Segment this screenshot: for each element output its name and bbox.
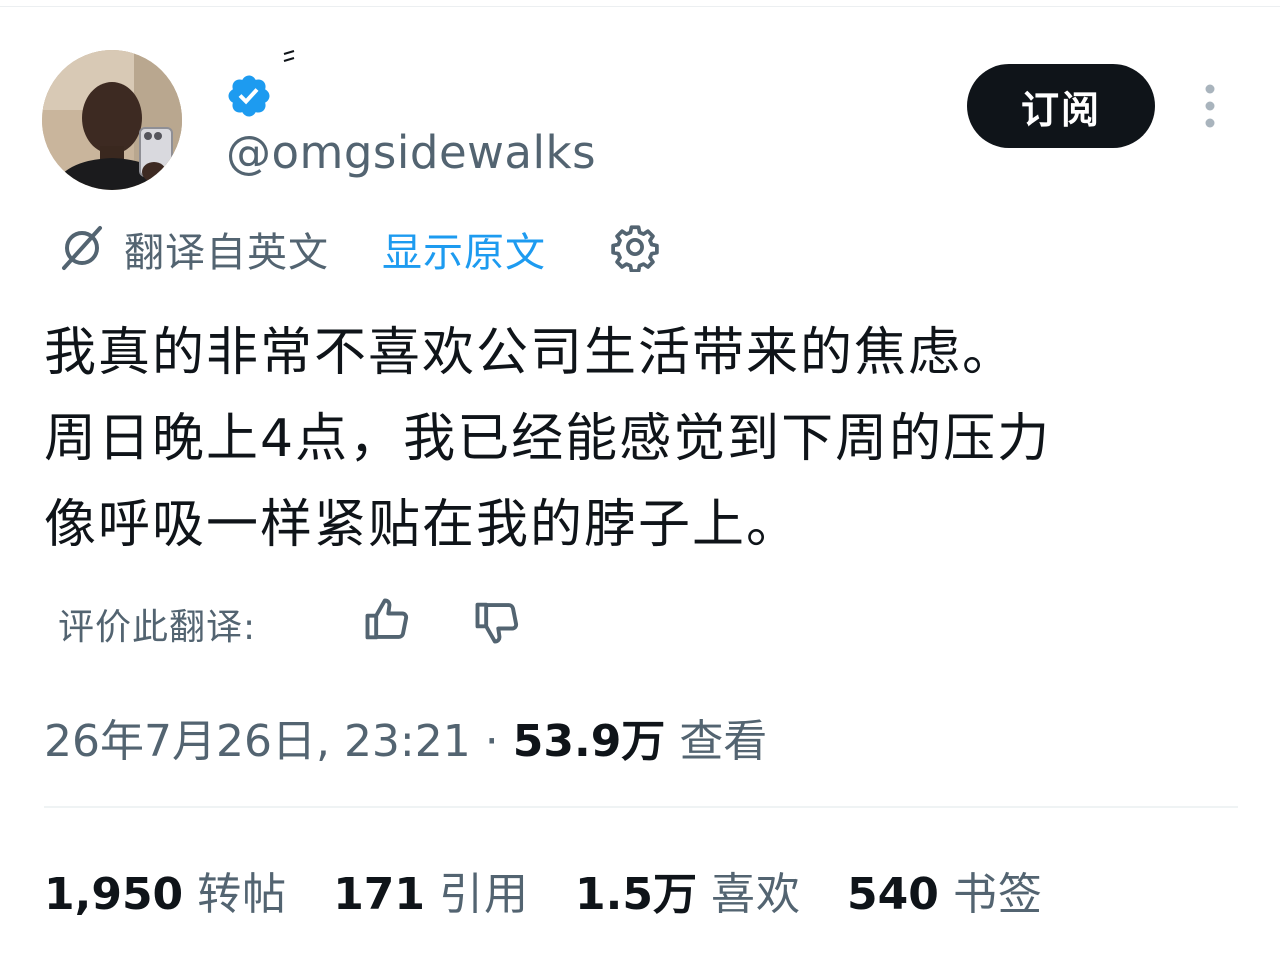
subscribe-button[interactable]: 订阅 [967,64,1155,148]
user-handle[interactable]: @omgsidewalks [226,126,596,179]
show-original-link[interactable]: 显示原文 [382,220,546,278]
tweet-line: 周日晚上4点，我已经能感觉到下周的压力 [44,409,1052,469]
translated-from-label: 翻译自英文 [124,230,329,276]
tweet-line: 我真的非常不喜欢公司生活带来的焦虑。 [44,323,1017,383]
stat-quotes[interactable]: 171 引用 [333,858,529,922]
rate-translation-label: 评价此翻译: [58,607,257,648]
stat-count: 1,950 [44,869,184,920]
stat-bookmarks[interactable]: 540 书签 [847,858,1043,922]
stat-count: 1.5万 [575,869,697,920]
more-vertical-icon[interactable] [1196,82,1224,130]
translate-icon [62,226,102,270]
stat-label: 书签 [952,869,1043,920]
tweet-text: 我真的非常不喜欢公司生活带来的焦虑。 周日晚上4点，我已经能感觉到下周的压力 像… [44,310,1244,568]
stat-likes[interactable]: 1.5万 喜欢 [575,858,801,922]
timestamp[interactable]: 26年7月26日, 23:21 [44,716,471,767]
stat-label: 转帖 [197,869,288,920]
views-label: 查看 [679,716,768,767]
stat-reposts[interactable]: 1,950 转帖 [44,858,287,922]
gear-icon[interactable] [610,222,660,272]
stat-count: 540 [847,869,939,920]
stat-label: 喜欢 [711,869,801,920]
avatar[interactable] [42,50,182,190]
engagement-stats: 1,950 转帖 171 引用 1.5万 喜欢 540 书签 [44,858,1089,922]
stat-count: 171 [333,869,426,920]
meta-separator: · [484,716,499,767]
tweet-line: 像呼吸一样紧贴在我的脖子上。 [44,495,801,555]
avatar-photo [42,50,182,190]
thumbs-up-icon[interactable] [360,594,414,646]
name-tick-mark [283,50,295,62]
top-divider [0,6,1280,7]
tweet-meta: 26年7月26日, 23:21 · 53.9万 查看 [44,705,767,769]
divider [44,806,1238,808]
stat-label: 引用 [439,869,530,920]
verified-badge-icon [228,75,270,117]
thumbs-down-icon[interactable] [470,596,524,648]
views-count: 53.9万 [512,716,666,767]
